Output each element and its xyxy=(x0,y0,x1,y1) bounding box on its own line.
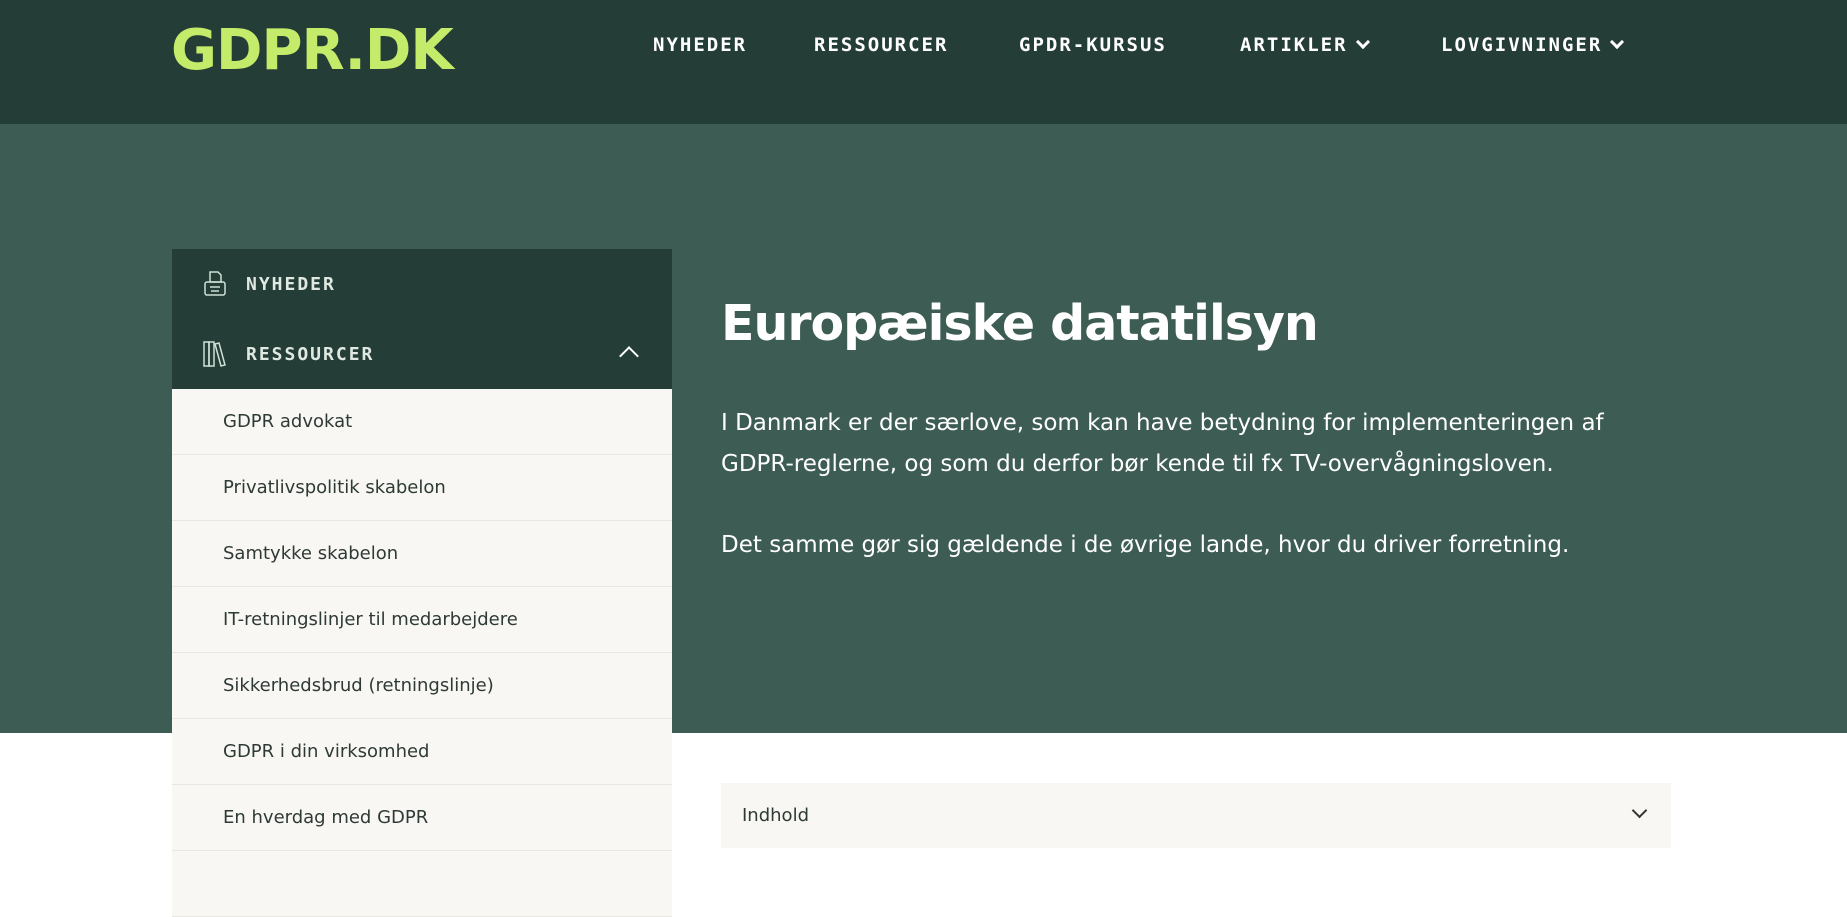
toc-label: Indhold xyxy=(742,805,809,826)
nav-label: NYHEDER xyxy=(653,34,748,56)
sidebar-item[interactable]: Privatlivspolitik skabelon xyxy=(172,455,672,521)
sidebar-section-ressourcer[interactable]: RESSOURCER xyxy=(172,319,672,389)
sidebar-item[interactable]: En hverdag med GDPR xyxy=(172,785,672,851)
logo[interactable]: GDPR.DK xyxy=(171,18,454,83)
nav-label: GPDR-KURSUS xyxy=(1019,34,1167,56)
intro-paragraph: Det samme gør sig gældende i de øvrige l… xyxy=(721,532,1570,558)
site-header: GDPR.DK NYHEDER RESSOURCER GPDR-KURSUS A… xyxy=(0,0,1847,124)
nav-label: LOVGIVNINGER xyxy=(1441,34,1603,56)
chevron-down-icon xyxy=(1355,34,1370,50)
sidebar-section-label: RESSOURCER xyxy=(246,343,375,365)
nav-ressourcer[interactable]: RESSOURCER xyxy=(814,34,948,56)
sidebar-item[interactable]: GDPR i din virksomhed xyxy=(172,719,672,785)
sidebar-item[interactable]: Samtykke skabelon xyxy=(172,521,672,587)
nav-nyheder[interactable]: NYHEDER xyxy=(653,34,747,56)
nav-gpdr-kursus[interactable]: GPDR-KURSUS xyxy=(1019,34,1167,56)
sidebar-item[interactable]: Sikkerhedsbrud (retningslinje) xyxy=(172,653,672,719)
nav-label: RESSOURCER xyxy=(814,34,949,56)
page-title: Europæiske datatilsyn xyxy=(721,295,1319,352)
sidebar: NYHEDER RESSOURCER GDPR advokat Privatli… xyxy=(172,249,672,917)
nav-lovgivninger[interactable]: LOVGIVNINGER xyxy=(1441,34,1625,56)
nav-artikler[interactable]: ARTIKLER xyxy=(1240,34,1370,56)
chevron-up-icon[interactable] xyxy=(619,346,639,366)
sidebar-section-label: NYHEDER xyxy=(246,273,336,295)
books-icon xyxy=(203,341,226,367)
sidebar-item[interactable]: GDPR advokat xyxy=(172,389,672,455)
nav-label: ARTIKLER xyxy=(1240,34,1348,56)
table-of-contents-toggle[interactable]: Indhold xyxy=(721,783,1671,848)
chevron-down-icon xyxy=(1631,802,1648,819)
typewriter-icon xyxy=(204,271,226,296)
sidebar-item-partial[interactable] xyxy=(172,851,672,917)
chevron-down-icon xyxy=(1610,34,1625,50)
sidebar-item[interactable]: IT-retningslinjer til medarbejdere xyxy=(172,587,672,653)
sidebar-section-nyheder[interactable]: NYHEDER xyxy=(172,249,672,319)
intro-paragraph: I Danmark er der særlove, som kan have b… xyxy=(721,410,1604,477)
